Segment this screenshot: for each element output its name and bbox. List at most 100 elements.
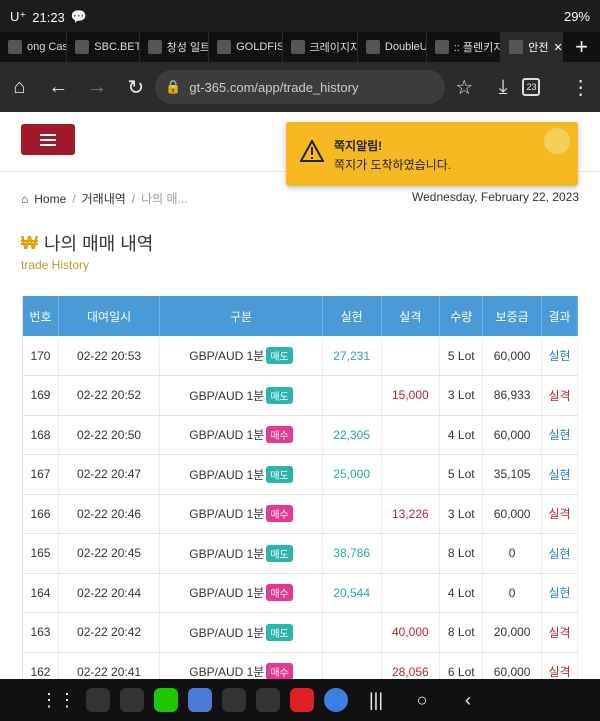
tab-label: 크레이지지 [309,42,358,54]
app-icon[interactable] [222,688,246,712]
breadcrumb-home[interactable]: Home [34,192,66,206]
browser-tab[interactable]: :: 플렌키지 [427,32,502,62]
trade-result: 실현 [541,533,579,574]
home-icon[interactable]: ⌂ [0,76,39,99]
deposit-amount: 0 [482,573,542,613]
realized-amount: 25,000 [322,454,382,495]
column-header: 실격 [381,296,441,336]
home-button-icon[interactable]: ○ [404,690,440,711]
trade-time: 02-22 20:53 [58,336,161,376]
column-header: 대여일시 [58,296,161,336]
quantity: 4 Lot [439,573,484,613]
trade-time: 02-22 20:41 [58,652,161,679]
row-number: 163 [22,612,59,653]
browser-tab[interactable]: 크레이지지 [283,32,358,62]
column-header: 실현 [322,296,382,336]
browser-tab[interactable]: ong Cas [0,32,68,62]
currency-pair: GBP/AUD 1분 [189,388,265,403]
deposit-amount: 60,000 [482,652,542,679]
breadcrumb: ⌂ Home / 거래내역 / 나의 매... [21,190,188,207]
trade-result: 실현 [541,415,579,455]
realized-amount: 27,231 [322,336,382,376]
lost-amount: 15,000 [381,375,441,416]
reload-icon[interactable]: ↻ [116,75,155,100]
trade-direction-badge: 매수 [266,426,293,444]
current-date: Wednesday, February 22, 2023 [412,190,579,204]
quantity: 4 Lot [439,415,484,455]
clock: 21:23 [32,9,65,25]
table-row: 167 02-22 20:47 GBP/AUD 1분 매도 25,000 5 Lot 35,… [22,454,579,495]
trade-result: 실현 [541,336,579,376]
lost-amount [381,573,441,613]
trade-type-cell: GBP/AUD 1분 매수 [159,494,323,534]
trade-type-cell: GBP/AUD 1분 매도 [159,375,323,416]
app-drawer-icon[interactable]: ⋮⋮ [40,690,76,711]
messages-app-icon[interactable] [324,688,348,712]
trade-time: 02-22 20:47 [58,454,161,495]
back-nav-icon[interactable]: ‹ [450,690,486,711]
realized-amount [322,652,382,679]
address-bar[interactable]: 🔒 gt-365.com/app/trade_history [155,70,445,104]
browser-tab[interactable]: GOLDFIS [209,32,283,62]
deposit-amount: 0 [482,533,542,574]
row-number: 166 [22,494,59,534]
bookmark-star-icon[interactable]: ☆ [445,75,484,100]
deposit-amount: 35,105 [482,454,542,495]
more-menu-icon[interactable]: ⋮ [561,75,600,100]
notification-title: 쪽지알림! [334,139,383,153]
breadcrumb-section[interactable]: 거래내역 [82,190,126,207]
battery-label: 29% [563,9,590,24]
row-number: 164 [22,573,59,613]
recent-apps-icon[interactable]: ||| [358,690,394,711]
browser-tab[interactable]: 안전 ✕ [501,32,564,62]
browser-tab[interactable]: DoubleU [358,32,427,62]
hamburger-menu-button[interactable] [21,124,75,155]
trade-direction-badge: 매도 [266,544,293,562]
warning-icon [300,140,324,162]
deposit-amount: 60,000 [482,415,542,455]
forward-icon[interactable]: → [78,76,117,99]
realized-amount [322,612,382,653]
deposit-amount: 60,000 [482,494,542,534]
page-content: ⌂ Home / 거래내역 / 나의 매... Wednesday, Febru… [0,112,600,679]
lost-amount: 40,000 [381,612,441,653]
table-row: 164 02-22 20:44 GBP/AUD 1분 매수 20,544 4 Lot 0 실현 [22,573,579,613]
row-number: 167 [22,454,59,495]
app-icon[interactable] [86,688,110,712]
table-row: 166 02-22 20:46 GBP/AUD 1분 매수 13,226 3 Lot 60,… [22,494,579,534]
naver-app-icon[interactable] [154,688,178,712]
browser-tab[interactable]: SBC.BET [67,32,140,62]
realized-amount [322,494,382,534]
trade-direction-badge: 매도 [266,623,293,641]
new-tab-button[interactable]: + [563,34,600,60]
realized-amount: 22,305 [322,415,382,455]
trade-direction-badge: 매도 [266,386,293,404]
youtube-app-icon[interactable] [290,688,314,712]
browser-tab[interactable]: 창성 일트 [140,32,210,62]
quantity: 5 Lot [439,454,484,495]
status-bar: U⁺ 21:23 💬 29% [0,0,600,32]
close-tab-icon[interactable]: ✕ [554,41,563,54]
deposit-amount: 86,933 [482,375,542,416]
column-header: 번호 [22,296,59,336]
lost-amount [381,415,441,455]
table-row: 168 02-22 20:50 GBP/AUD 1분 매수 22,305 4 Lot 60,… [22,415,579,455]
currency-pair: GBP/AUD 1분 [189,349,265,363]
translate-app-icon[interactable] [188,688,212,712]
page-title: ₩ 나의 매매 내역 [21,230,153,256]
row-number: 169 [22,375,59,416]
message-notification[interactable]: 쪽지알림! 쪽지가 도착하였습니다. [286,122,578,186]
tab-switcher-button[interactable]: 23 [522,78,561,96]
app-icon[interactable] [256,688,280,712]
lock-icon: 🔒 [165,79,182,94]
realized-amount: 38,786 [322,533,382,574]
trade-result: 실현 [541,454,579,495]
tab-count: 23 [522,78,541,96]
message-icon: 💬 [70,9,87,24]
realized-amount: 20,544 [322,573,382,613]
back-icon[interactable]: ← [39,76,78,99]
column-header: 결과 [541,296,579,336]
app-icon[interactable] [120,688,144,712]
download-icon[interactable]: ⤓ [484,76,523,99]
trade-type-cell: GBP/AUD 1분 매도 [159,454,323,495]
